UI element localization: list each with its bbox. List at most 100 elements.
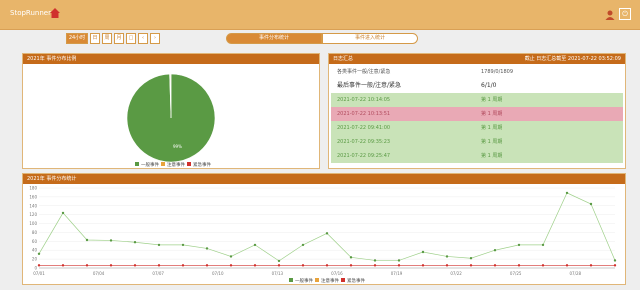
series-point[interactable] [205, 247, 209, 250]
log-title: 日志汇总 [333, 56, 354, 62]
y-tick-label: 60 [32, 239, 38, 244]
series-point[interactable] [181, 264, 185, 267]
series-point[interactable] [301, 243, 305, 247]
toolbar-24h-button[interactable]: 24小时 [66, 33, 88, 44]
series-point[interactable] [469, 264, 473, 267]
line-legend-swatch-general [289, 278, 293, 282]
series-point[interactable] [133, 264, 137, 267]
series-point[interactable] [133, 241, 137, 244]
series-point[interactable] [61, 211, 65, 215]
top-bar: StopRunner ⏻ [0, 0, 640, 30]
log-panel: 日志汇总 截止 日志汇总截至 2021-07-22 03:52:09 各类事件一… [328, 53, 626, 169]
toolbar-week-button[interactable]: 周 [102, 33, 112, 44]
y-tick-label: 140 [29, 203, 37, 208]
series-point[interactable] [541, 243, 545, 247]
view-toggle-distribution[interactable]: 事件分布统计 [226, 33, 322, 44]
series-point[interactable] [301, 264, 305, 267]
series-point[interactable] [277, 259, 281, 263]
log-sub-label: 最后事件一般/注意/紧急 [337, 82, 402, 89]
log-sub-value: 6/1/0 [481, 82, 497, 89]
series-point[interactable] [61, 264, 65, 267]
series-point[interactable] [421, 250, 425, 254]
series-point[interactable] [277, 264, 281, 267]
series-point[interactable] [613, 259, 617, 262]
pie-panel-title: 2021年 事件分布比例 [23, 54, 319, 64]
line-panel-title: 2021年 事件分布统计 [23, 174, 625, 184]
x-tick-label: 07/22 [450, 271, 462, 276]
home-icon[interactable] [48, 6, 62, 20]
log-row-value: 第 1 周期 [481, 153, 503, 159]
toolbar-calendar-button[interactable]: □ [126, 33, 136, 44]
series-point[interactable] [109, 239, 113, 242]
toolbar-prev-button[interactable]: ‹ [138, 33, 148, 44]
series-point[interactable] [85, 264, 89, 267]
log-summary-time: 截止 日志汇总截至 2021-07-22 03:52:09 [524, 56, 621, 62]
series-point[interactable] [493, 264, 497, 267]
line-grid [39, 187, 615, 269]
series-point[interactable] [397, 264, 401, 267]
series-point[interactable] [325, 264, 329, 267]
x-tick-label: 07/25 [510, 271, 522, 276]
x-tick-label: 07/01 [33, 271, 45, 276]
series-point[interactable] [469, 257, 473, 260]
log-row[interactable]: 2021-07-22 09:41:00 第 1 周期 [331, 121, 623, 135]
legend-swatch-general [135, 162, 139, 166]
series-point[interactable] [541, 264, 545, 267]
series-point[interactable] [445, 255, 449, 258]
series-point[interactable] [349, 264, 353, 267]
series-point[interactable] [157, 264, 161, 267]
line-legend-label-general: 一般事件 [295, 277, 313, 284]
series-point[interactable] [253, 243, 257, 247]
series-point[interactable] [157, 243, 161, 247]
x-tick-label: 07/16 [331, 271, 343, 276]
x-tick-label: 07/07 [152, 271, 164, 276]
series-point[interactable] [85, 238, 89, 242]
series-point[interactable] [565, 191, 569, 195]
log-row-value: 第 1 周期 [481, 125, 503, 131]
toolbar-day-button[interactable]: 日 [90, 33, 100, 44]
x-tick-label: 07/10 [212, 271, 224, 276]
series-point[interactable] [373, 264, 377, 267]
series-point[interactable] [349, 256, 353, 259]
series-point[interactable] [37, 264, 41, 267]
legend-label-urgent: 紧急事件 [193, 161, 211, 168]
series-point[interactable] [589, 202, 593, 206]
series-point[interactable] [517, 264, 521, 267]
pie-chart-slices [126, 73, 216, 163]
series-point[interactable] [565, 264, 569, 267]
series-point[interactable] [109, 264, 113, 267]
view-toggle-entry[interactable]: 事件进入统计 [322, 33, 418, 44]
line-panel: 2021年 事件分布统计 0 20 40 60 80 100 120 140 160 180 07… [22, 173, 626, 285]
series-point[interactable] [421, 264, 425, 267]
log-row-alert[interactable]: 2021-07-22 10:13:51 第 1 周期 [331, 107, 623, 121]
toolbar-month-button[interactable]: 月 [114, 33, 124, 44]
log-row-time: 2021-07-22 09:35:23 [337, 139, 391, 145]
logout-icon[interactable]: ⏻ [619, 8, 631, 20]
pie-legend: 一般事件 注意事件 紧急事件 [135, 161, 211, 168]
series-point[interactable] [181, 243, 185, 247]
series-point[interactable] [205, 264, 209, 267]
series-point[interactable] [517, 243, 521, 247]
series-point[interactable] [229, 264, 233, 267]
log-row[interactable]: 2021-07-22 09:35:23 第 1 周期 [331, 135, 623, 149]
user-icon[interactable] [604, 9, 616, 21]
toolbar-next-button[interactable]: › [150, 33, 160, 44]
series-point[interactable] [325, 232, 329, 235]
series-point[interactable] [589, 264, 593, 267]
log-row[interactable]: 2021-07-22 10:14:05 第 1 周期 [331, 93, 623, 107]
log-row[interactable]: 2021-07-22 09:25:47 第 1 周期 [331, 149, 623, 163]
series-point[interactable] [253, 264, 257, 267]
series-point[interactable] [37, 252, 41, 255]
series-point[interactable] [229, 255, 233, 258]
pie-data-label: 99% [173, 144, 182, 149]
pie-chart: 99% 一般事件 注意事件 紧急事件 [126, 73, 216, 168]
series-point[interactable] [493, 249, 497, 252]
pie-panel: 2021年 事件分布比例 99% 一般事件 注意事件 紧急事件 [22, 53, 320, 169]
line-legend-label-notice: 注意事件 [321, 277, 339, 284]
log-sub-row: 最后事件一般/注意/紧急 6/1/0 [331, 79, 623, 93]
line-y-axis: 0 20 40 60 80 100 120 140 160 180 [29, 186, 37, 271]
series-point[interactable] [445, 264, 449, 267]
series-point[interactable] [373, 259, 377, 262]
series-point[interactable] [613, 264, 617, 267]
series-point[interactable] [397, 259, 401, 262]
